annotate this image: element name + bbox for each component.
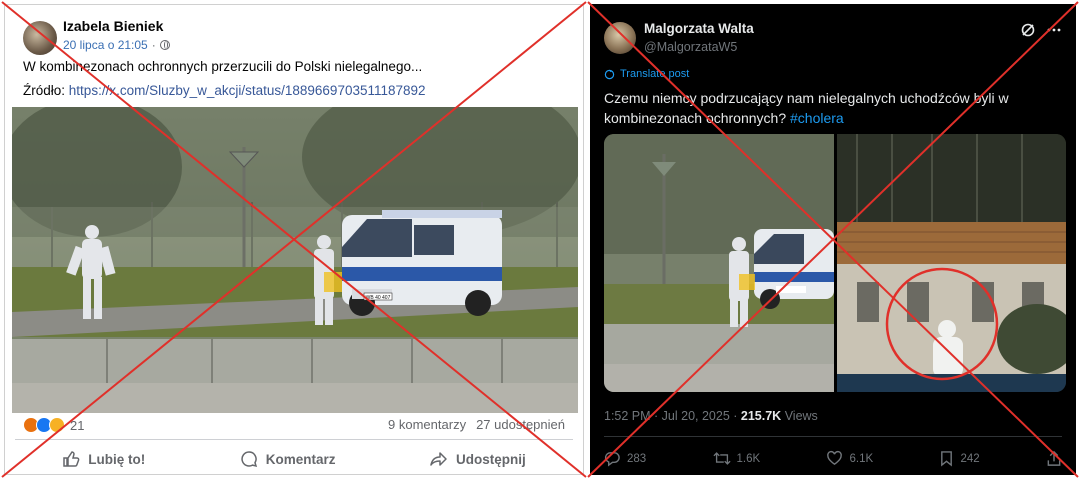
meta-separator: · — [151, 38, 156, 52]
share-button[interactable]: Udostępnij — [430, 450, 526, 468]
hashtag-link[interactable]: #cholera — [790, 110, 844, 126]
translate-icon — [604, 69, 615, 79]
translate-label: Translate post — [620, 68, 690, 80]
comment-label: Komentarz — [265, 451, 336, 467]
post-photo[interactable]: WB 40 407 — [12, 107, 578, 413]
reply-button[interactable]: 283 — [604, 450, 646, 467]
grok-icon[interactable] — [1020, 22, 1036, 38]
author-name[interactable]: Malgorzata Walta — [644, 21, 754, 36]
shares-count[interactable]: 27 udostępnień — [476, 417, 565, 432]
post-top-icons — [1020, 22, 1062, 38]
source-label: Źródło: — [23, 83, 66, 98]
post-text: Czemu niemcy podrzucający nam nielegalny… — [604, 88, 1064, 128]
repost-count: 1.6K — [736, 452, 761, 465]
building-scene — [836, 134, 1066, 392]
post-media[interactable] — [604, 134, 1066, 392]
comment-icon — [241, 451, 257, 468]
views-count: 215.7K — [740, 409, 782, 423]
author-handle[interactable]: @MalgorzataW5 — [644, 40, 737, 54]
media-right-image[interactable] — [836, 134, 1066, 392]
post-actions: 283 1.6K 6.1K 242 — [604, 450, 1062, 467]
actions-divider — [15, 439, 573, 440]
media-left-image[interactable] — [604, 134, 834, 392]
upload-icon — [1047, 450, 1061, 466]
like-button[interactable]: 6.1K — [826, 450, 873, 467]
post-timestamp[interactable]: 1:52 PM · Jul 20, 2025 · 215.7K Views — [604, 409, 818, 423]
views-label: Views — [784, 409, 818, 423]
like-label: Lubię to! — [88, 451, 146, 467]
facebook-post: Izabela Bieniek 20 lipca o 21:05 · W kom… — [4, 4, 584, 475]
share-icon — [430, 452, 447, 466]
share-label: Udostępnij — [455, 451, 526, 467]
author-name[interactable]: Izabela Bieniek — [63, 18, 163, 34]
bookmark-icon — [941, 451, 953, 467]
post-actions: Lubię to! Komentarz Udostępnij — [15, 445, 573, 473]
post-date[interactable]: 20 lipca o 21:05 — [63, 38, 148, 52]
like-button[interactable]: Lubię to! — [62, 450, 145, 468]
x-post: Malgorzata Walta @MalgorzataW5 Translate… — [590, 4, 1076, 475]
van-license-plate: WB 40 407 — [366, 295, 391, 301]
actions-divider — [604, 436, 1062, 437]
police-van-scene — [604, 134, 834, 392]
post-time: 1:52 PM · Jul 20, 2025 · — [604, 409, 738, 423]
wow-reaction-icon — [49, 417, 65, 433]
author-avatar[interactable] — [23, 21, 57, 55]
like-count: 6.1K — [849, 452, 874, 465]
author-avatar[interactable] — [604, 22, 636, 54]
share-button[interactable] — [1046, 450, 1062, 467]
comment-button[interactable]: Komentarz — [240, 450, 336, 468]
heart-icon — [827, 450, 843, 466]
globe-icon — [159, 40, 170, 50]
reply-icon — [604, 452, 620, 467]
comments-count[interactable]: 9 komentarzy — [388, 417, 466, 432]
repost-icon — [712, 452, 731, 465]
bookmark-count: 242 — [960, 452, 980, 465]
repost-button[interactable]: 1.6K — [712, 450, 761, 467]
reactions-summary[interactable]: 21 — [23, 417, 84, 433]
bookmark-button[interactable]: 242 — [939, 450, 980, 467]
post-source: Źródło: https://x.com/Sluzby_w_akcji/sta… — [23, 83, 426, 98]
like-icon — [63, 451, 80, 467]
source-link[interactable]: https://x.com/Sluzby_w_akcji/status/1889… — [69, 83, 426, 98]
post-text: W kombinezonach ochronnych przerzucili d… — [23, 59, 423, 74]
reactions-count: 21 — [70, 417, 85, 433]
post-meta: 20 lipca o 21:05 · — [63, 38, 170, 52]
translate-post[interactable]: Translate post — [604, 68, 689, 80]
engagement-counts: 9 komentarzy 27 udostępnień — [388, 417, 565, 432]
reply-count: 283 — [627, 452, 647, 465]
more-icon[interactable] — [1046, 22, 1062, 38]
police-van-scene: WB 40 407 — [12, 107, 578, 413]
